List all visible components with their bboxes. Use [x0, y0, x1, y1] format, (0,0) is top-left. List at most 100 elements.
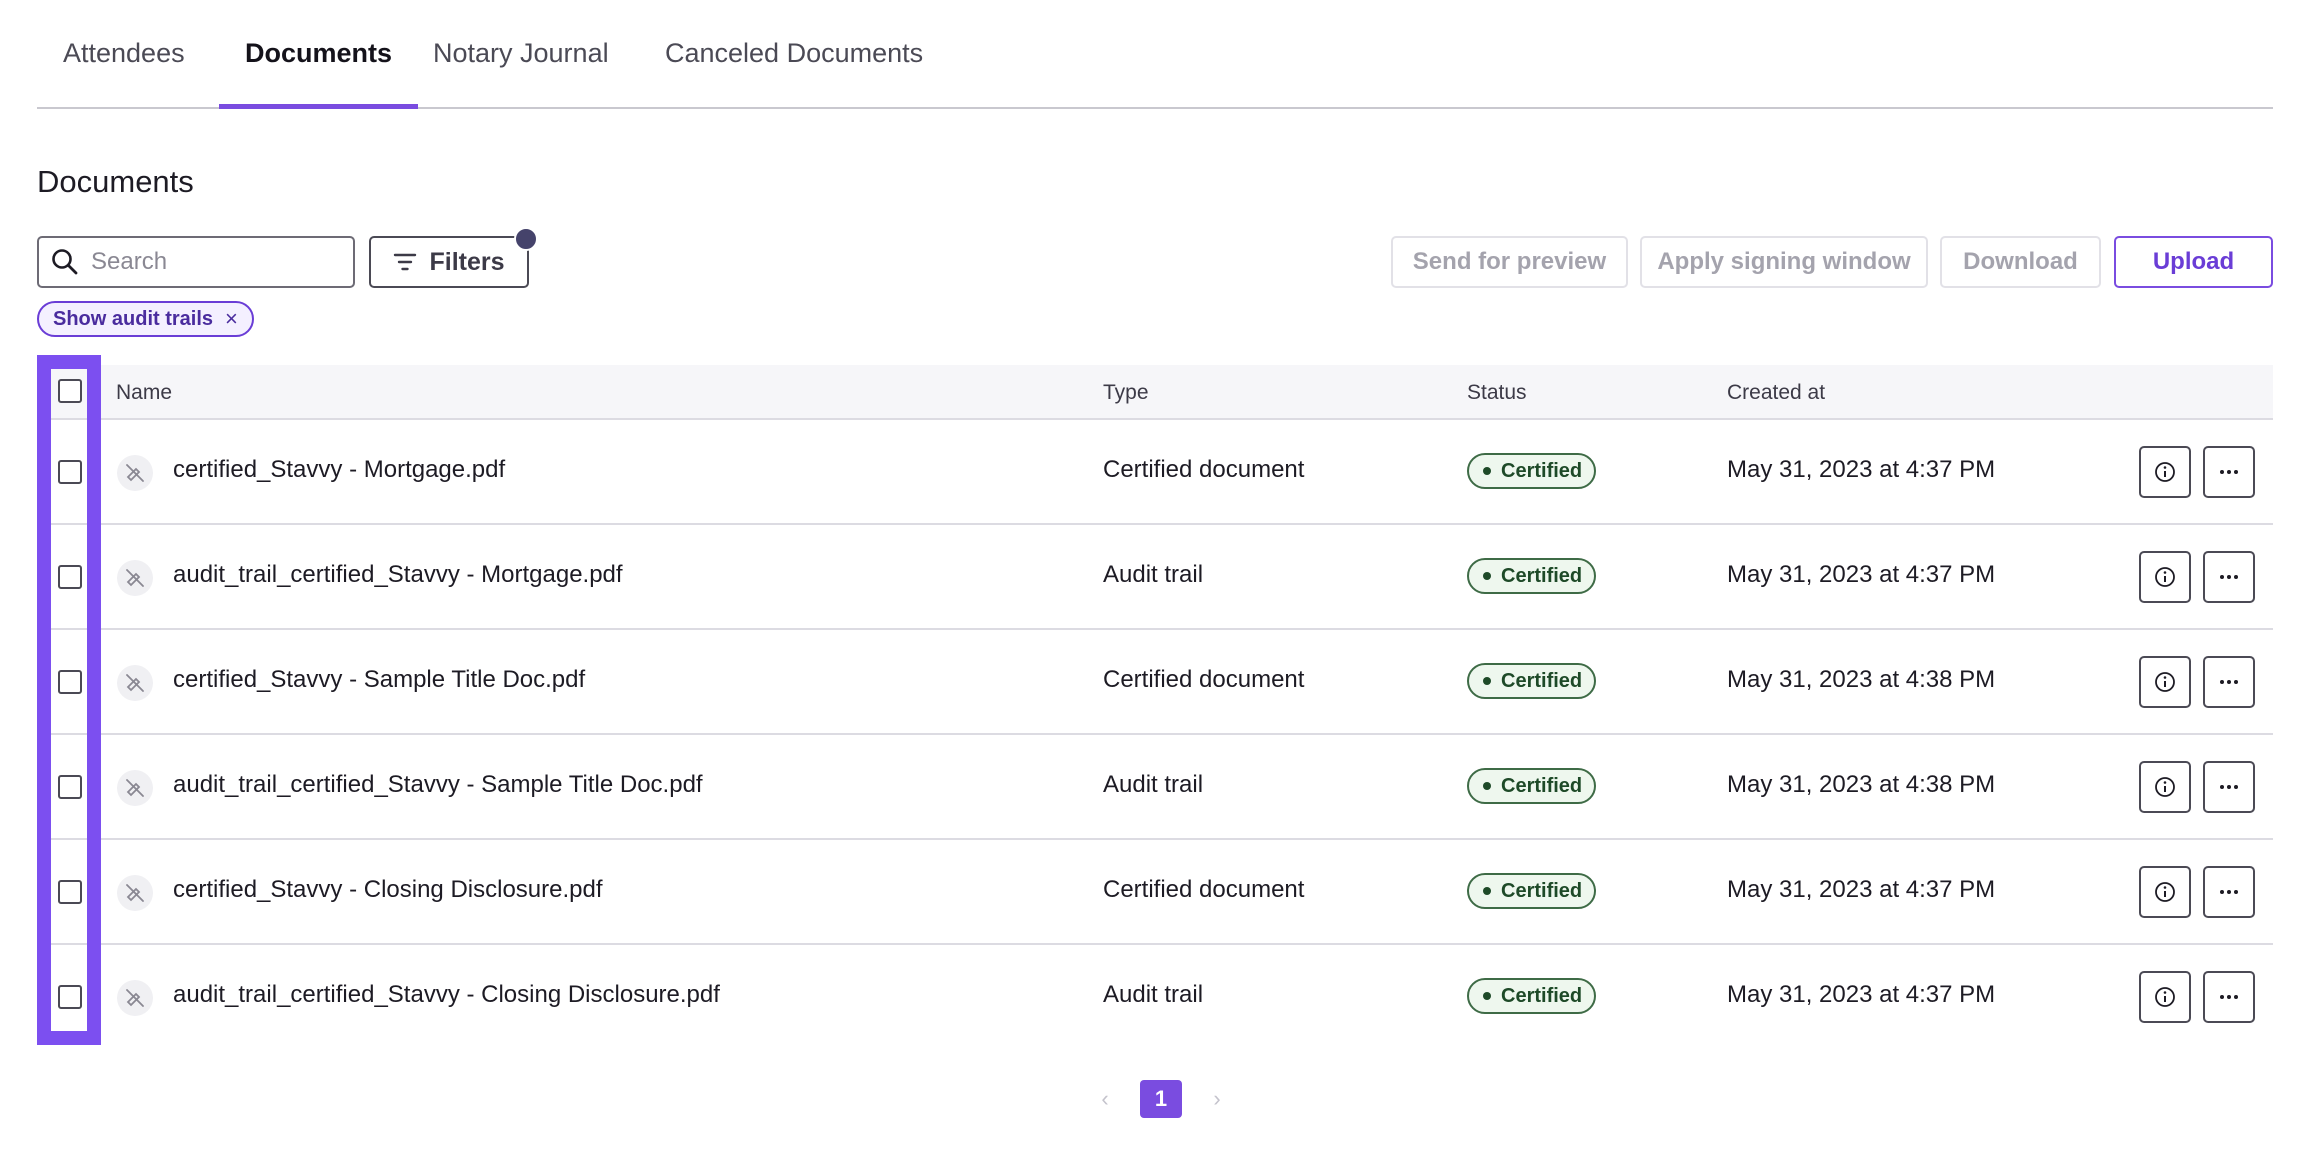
status-dot: [1483, 572, 1491, 580]
info-icon: [2155, 987, 2175, 1007]
filter-chip-audit-trails: Show audit trails ×: [37, 301, 254, 337]
table-header: Name Type Status Created at: [37, 365, 2273, 420]
info-icon: [2155, 882, 2175, 902]
select-all-checkbox[interactable]: [58, 379, 82, 403]
upload-button[interactable]: Upload: [2114, 236, 2273, 288]
status-dot: [1483, 677, 1491, 685]
documents-table: Name Type Status Created at certified_St…: [37, 365, 2273, 1048]
document-name[interactable]: certified_Stavvy - Sample Title Doc.pdf: [173, 666, 585, 694]
send-for-preview-button[interactable]: Send for preview: [1391, 236, 1628, 288]
info-icon: [2155, 462, 2175, 482]
filter-icon: [394, 253, 417, 271]
table-row[interactable]: audit_trail_certified_Stavvy - Sample Ti…: [37, 735, 2273, 840]
status-badge: Certified: [1467, 663, 1597, 699]
created-at: May 31, 2023 at 4:38 PM: [1727, 771, 1996, 798]
document-name[interactable]: audit_trail_certified_Stavvy - Closing D…: [173, 981, 720, 1009]
row-checkbox[interactable]: [58, 985, 82, 1009]
status-dot: [1483, 992, 1491, 1000]
filters-button[interactable]: Filters: [369, 227, 538, 288]
search-input[interactable]: [89, 247, 333, 277]
document-name[interactable]: certified_Stavvy - Mortgage.pdf: [173, 456, 505, 484]
header-type: Type: [1103, 381, 1149, 404]
search-icon: [52, 249, 78, 275]
more-icon: [2220, 890, 2238, 894]
document-name[interactable]: certified_Stavvy - Closing Disclosure.pd…: [173, 876, 603, 904]
document-icon: [117, 980, 153, 1016]
document-name[interactable]: audit_trail_certified_Stavvy - Sample Ti…: [173, 771, 703, 799]
row-checkbox[interactable]: [58, 775, 82, 799]
more-actions-button[interactable]: [2203, 446, 2255, 498]
document-icon: [117, 770, 153, 806]
page-1-button[interactable]: 1: [1140, 1080, 1182, 1118]
more-icon: [2220, 575, 2238, 579]
status-dot: [1483, 467, 1491, 475]
table-body: certified_Stavvy - Mortgage.pdf Certifie…: [37, 420, 2273, 1048]
search-box[interactable]: [37, 236, 355, 288]
info-button[interactable]: [2139, 446, 2191, 498]
document-type: Audit trail: [1103, 771, 1204, 798]
table-row[interactable]: certified_Stavvy - Mortgage.pdf Certifie…: [37, 420, 2273, 525]
row-checkbox[interactable]: [58, 880, 82, 904]
table-row[interactable]: audit_trail_certified_Stavvy - Closing D…: [37, 945, 2273, 1048]
more-actions-button[interactable]: [2203, 761, 2255, 813]
info-icon: [2155, 567, 2175, 587]
document-name[interactable]: audit_trail_certified_Stavvy - Mortgage.…: [173, 561, 623, 589]
row-checkbox[interactable]: [58, 565, 82, 589]
filter-active-dot: [514, 227, 538, 251]
header-status: Status: [1467, 381, 1527, 404]
created-at: May 31, 2023 at 4:37 PM: [1727, 876, 1996, 903]
status-badge: Certified: [1467, 978, 1597, 1014]
document-icon: [117, 665, 153, 701]
tab-documents[interactable]: Documents: [219, 38, 419, 109]
tab-bar: Attendees Documents Notary Journal Cance…: [37, 0, 2273, 109]
status-dot: [1483, 782, 1491, 790]
more-actions-button[interactable]: [2203, 656, 2255, 708]
row-checkbox[interactable]: [58, 460, 82, 484]
document-icon: [117, 455, 153, 491]
header-created-at: Created at: [1727, 381, 1826, 404]
more-actions-button[interactable]: [2203, 551, 2255, 603]
created-at: May 31, 2023 at 4:37 PM: [1727, 561, 1996, 588]
tab-canceled-documents[interactable]: Canceled Documents: [639, 38, 949, 107]
info-button[interactable]: [2139, 761, 2191, 813]
info-icon: [2155, 777, 2175, 797]
document-type: Certified document: [1103, 876, 1305, 903]
more-icon: [2220, 470, 2238, 474]
document-type: Audit trail: [1103, 981, 1204, 1008]
status-label: Certified: [1501, 879, 1583, 902]
info-button[interactable]: [2139, 656, 2191, 708]
status-badge: Certified: [1467, 558, 1597, 594]
created-at: May 31, 2023 at 4:38 PM: [1727, 666, 1996, 693]
next-page-button[interactable]: ›: [1202, 1086, 1232, 1112]
chip-label: Show audit trails: [53, 307, 214, 330]
document-type: Certified document: [1103, 456, 1305, 483]
info-button[interactable]: [2139, 551, 2191, 603]
created-at: May 31, 2023 at 4:37 PM: [1727, 456, 1996, 483]
table-row[interactable]: certified_Stavvy - Closing Disclosure.pd…: [37, 840, 2273, 945]
status-badge: Certified: [1467, 768, 1597, 804]
chip-close-icon[interactable]: ×: [225, 306, 238, 332]
info-icon: [2155, 672, 2175, 692]
pagination: ‹ 1 ›: [1090, 1080, 1232, 1118]
table-row[interactable]: audit_trail_certified_Stavvy - Mortgage.…: [37, 525, 2273, 630]
more-actions-button[interactable]: [2203, 866, 2255, 918]
apply-signing-window-button[interactable]: Apply signing window: [1640, 236, 1928, 288]
document-type: Certified document: [1103, 666, 1305, 693]
tab-attendees[interactable]: Attendees: [37, 38, 211, 107]
prev-page-button[interactable]: ‹: [1090, 1086, 1120, 1112]
created-at: May 31, 2023 at 4:37 PM: [1727, 981, 1996, 1008]
download-button[interactable]: Download: [1940, 236, 2101, 288]
status-label: Certified: [1501, 459, 1583, 482]
more-actions-button[interactable]: [2203, 971, 2255, 1023]
document-icon: [117, 560, 153, 596]
document-type: Audit trail: [1103, 561, 1204, 588]
info-button[interactable]: [2139, 866, 2191, 918]
table-row[interactable]: certified_Stavvy - Sample Title Doc.pdf …: [37, 630, 2273, 735]
status-label: Certified: [1501, 774, 1583, 797]
status-badge: Certified: [1467, 453, 1597, 489]
status-dot: [1483, 887, 1491, 895]
row-checkbox[interactable]: [58, 670, 82, 694]
tab-notary-journal[interactable]: Notary Journal: [407, 38, 635, 107]
section-title: Documents: [37, 164, 194, 199]
info-button[interactable]: [2139, 971, 2191, 1023]
